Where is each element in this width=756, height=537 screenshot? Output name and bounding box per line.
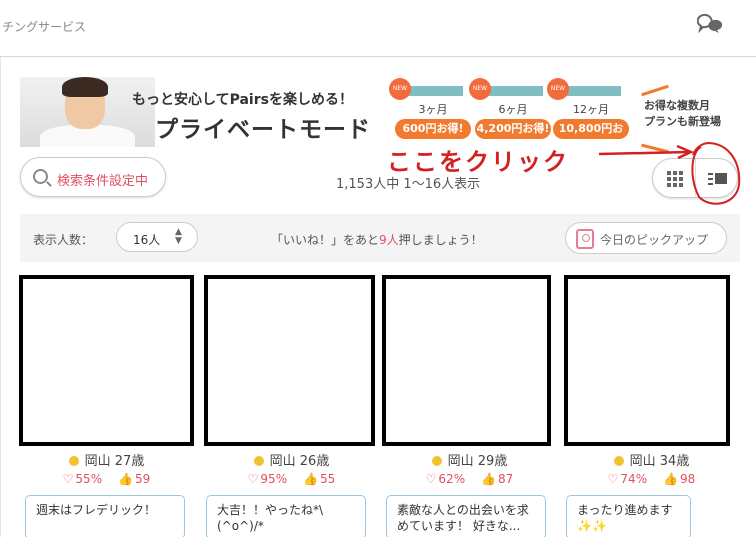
profile-tweet: 大吉！！やったね*\(^o^)/* [206,495,366,537]
online-status-icon [68,456,79,466]
per-page-value: 16人 [133,233,161,247]
online-status-icon [431,456,442,466]
per-page-select[interactable]: 16人 ▲ ▼ [116,222,198,252]
per-page-label: 表示人数： [33,233,94,247]
banner-tagline: もっと安心してPairsを楽しめる！ [132,92,353,108]
chat-bubbles-icon[interactable] [697,12,725,36]
profile-photo[interactable] [19,275,194,446]
plan-months: 12ヶ月 [573,103,609,116]
match-rate: 95% [260,472,288,486]
thumbs-up-icon: 👍 [118,472,134,486]
promo-dash [641,84,669,97]
profile-photo[interactable] [382,275,551,446]
search-filter-label: 検索条件設定中 [57,174,149,189]
profile-meta: 岡山 29歳 [382,450,557,469]
profile-stats: ♡ 62% 👍 87 [382,472,557,486]
search-icon [33,169,48,184]
banner-title: プライベートモード [155,117,371,143]
promo-line-2: プランも新登場 [644,115,721,128]
list-view-icon[interactable] [708,172,728,186]
like-count: 98 [680,472,696,486]
todays-pickup-label: 今日のピックアップ [600,233,709,247]
result-count: 1,153人中 1〜16人表示 [336,177,481,192]
search-filter-button[interactable]: 検索条件設定中 [20,157,166,197]
like-reminder: 「いいね！」をあと9人押しましょう！ [271,233,483,247]
plan-deal: 4,200円お得! [475,119,551,139]
promo-line-1: お得な複数月 [644,99,710,112]
plan-12-months[interactable]: NEW 12ヶ月 10,800円お得! [547,78,629,155]
todays-pickup-button[interactable]: 今日のピックアップ [565,222,727,254]
like-remaining-count: 9人 [379,233,399,247]
new-badge: NEW [469,78,491,100]
plan-3-months[interactable]: NEW 3ヶ月 600円お得! [389,78,471,142]
thumbs-up-icon: 👍 [481,472,497,486]
profile-photo[interactable] [204,275,375,446]
thumbs-up-icon: 👍 [303,472,319,486]
top-bar: チングサービス [0,0,756,57]
profile-stats: ♡ 74% 👍 98 [564,472,739,486]
plan-months: 3ヶ月 [418,103,448,116]
heart-icon: ♡ [607,472,619,486]
like-count: 55 [320,472,336,486]
annotation-text: ここをクリック [387,148,569,176]
match-rate: 62% [438,472,466,486]
online-status-icon [253,456,264,466]
main-content: もっと安心してPairsを楽しめる！ プライベートモード NEW 3ヶ月 600… [0,57,756,537]
like-count: 59 [135,472,151,486]
new-badge: NEW [389,78,411,100]
plan-6-months[interactable]: NEW 6ヶ月 4,200円お得! [469,78,551,142]
online-status-icon [613,456,624,466]
profile-meta: 岡山 26歳 [204,450,379,469]
profile-stats: ♡ 55% 👍 59 [19,472,194,486]
promo-text: お得な複数月 プランも新登場 [644,98,721,130]
heart-icon: ♡ [247,472,259,486]
heart-icon: ♡ [425,472,437,486]
plan-deal: 600円お得! [395,119,471,139]
match-rate: 74% [620,472,648,486]
results-toolbar: 表示人数： 16人 ▲ ▼ 「いいね！」をあと9人押しましょう！ 今日のピックアッ… [20,214,740,262]
view-toggle [652,158,738,198]
profile-meta: 岡山 34歳 [564,450,739,469]
profile-stats: ♡ 95% 👍 55 [204,472,379,486]
private-mode-banner[interactable]: もっと安心してPairsを楽しめる！ プライベートモード NEW 3ヶ月 600… [20,77,632,155]
profile-photo[interactable] [564,275,730,446]
plan-months: 6ヶ月 [498,103,528,116]
thumbs-up-icon: 👍 [663,472,679,486]
match-rate: 55% [75,472,103,486]
profile-tweet: 素敵な人との出会いを求めています！ 好きな... [386,495,546,537]
brand-text[interactable]: チングサービス [2,18,86,35]
select-arrows-icon: ▲ ▼ [175,227,182,246]
heart-icon: ♡ [62,472,74,486]
promo-dash [641,143,669,154]
new-badge: NEW [547,78,569,100]
profile-tweet: まったり進めます✨✨ [566,495,691,537]
like-count: 87 [498,472,514,486]
grid-view-icon[interactable] [667,171,683,187]
profile-tweet: 週末はフレデリック！ [25,495,185,537]
plan-deal: 10,800円お得! [553,119,629,155]
profile-card-icon [576,229,594,249]
banner-model-photo [20,77,155,147]
profile-meta: 岡山 27歳 [19,450,194,469]
